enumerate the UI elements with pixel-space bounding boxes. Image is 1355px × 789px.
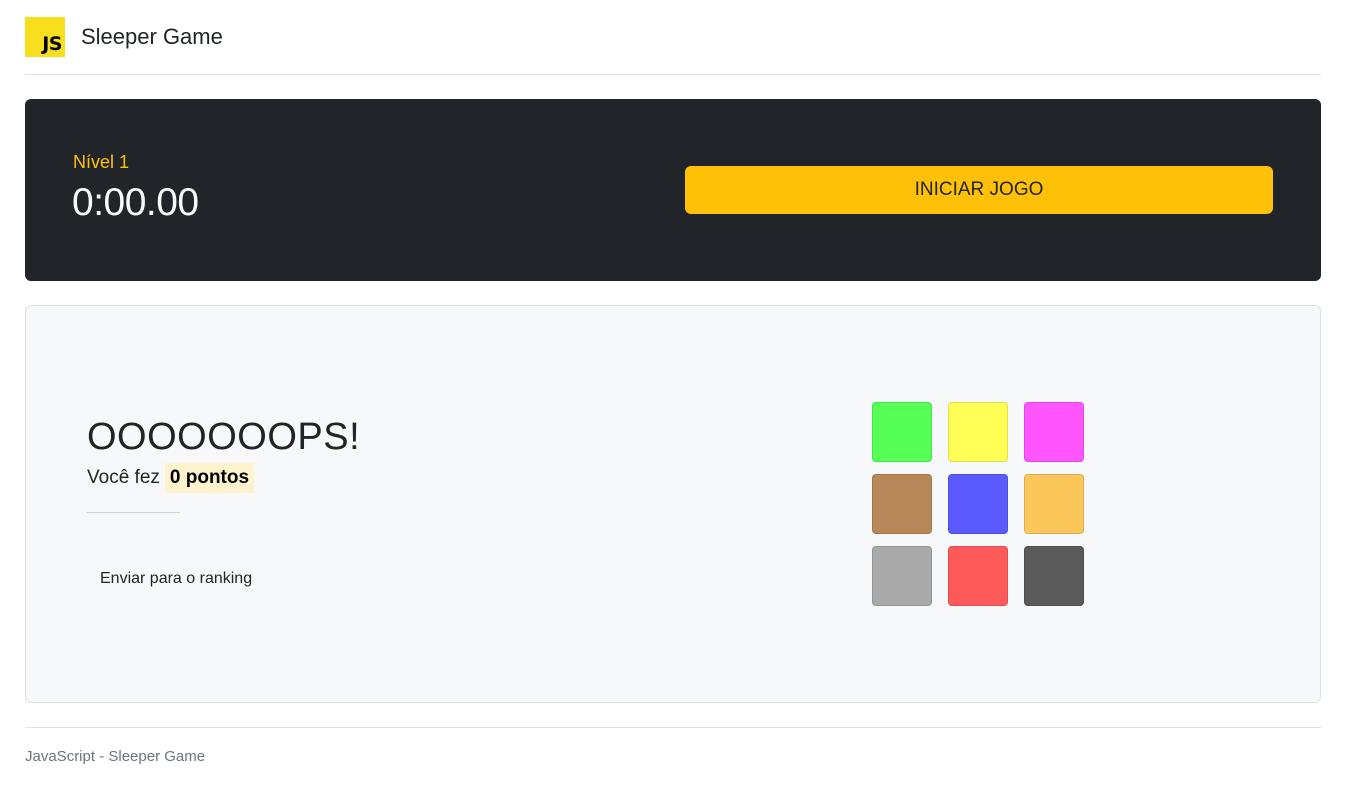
- app-title: Sleeper Game: [81, 24, 223, 49]
- js-logo: JS: [25, 17, 65, 57]
- status-panel: Nível 1 0:00.00 INICIAR JOGO: [25, 99, 1321, 281]
- score-prefix: Você fez: [87, 467, 160, 488]
- result-title: OOOOOOOPS!: [87, 416, 361, 458]
- app-container: JS Sleeper Game Nível 1 0:00.00 INICIAR …: [0, 0, 1355, 789]
- tile-gray[interactable]: [872, 546, 932, 606]
- tile-dark-gray[interactable]: [1024, 546, 1084, 606]
- timer-display: 0:00.00: [72, 181, 199, 224]
- tile-orange[interactable]: [1024, 474, 1084, 534]
- tile-red[interactable]: [948, 546, 1008, 606]
- tile-yellow[interactable]: [948, 402, 1008, 462]
- level-label: Nível 1: [73, 152, 130, 172]
- color-tile-grid: [872, 402, 1084, 606]
- footer-text: JavaScript - Sleeper Game: [25, 748, 206, 765]
- game-panel: OOOOOOOPS! Você fez 0 pontos Enviar para…: [25, 305, 1321, 703]
- tile-green[interactable]: [872, 402, 932, 462]
- logo-text: JS: [42, 33, 62, 55]
- start-game-button[interactable]: INICIAR JOGO: [685, 166, 1273, 214]
- page-footer: JavaScript - Sleeper Game: [25, 727, 1321, 765]
- score-value: 0 pontos: [164, 463, 255, 493]
- send-to-ranking-button[interactable]: Enviar para o ranking: [87, 564, 265, 594]
- page-header: JS Sleeper Game: [25, 0, 1321, 75]
- tile-blue[interactable]: [948, 474, 1008, 534]
- tile-magenta[interactable]: [1024, 402, 1084, 462]
- score-line: Você fez 0 pontos: [87, 463, 255, 493]
- score-divider: [87, 512, 180, 513]
- tile-brown[interactable]: [872, 474, 932, 534]
